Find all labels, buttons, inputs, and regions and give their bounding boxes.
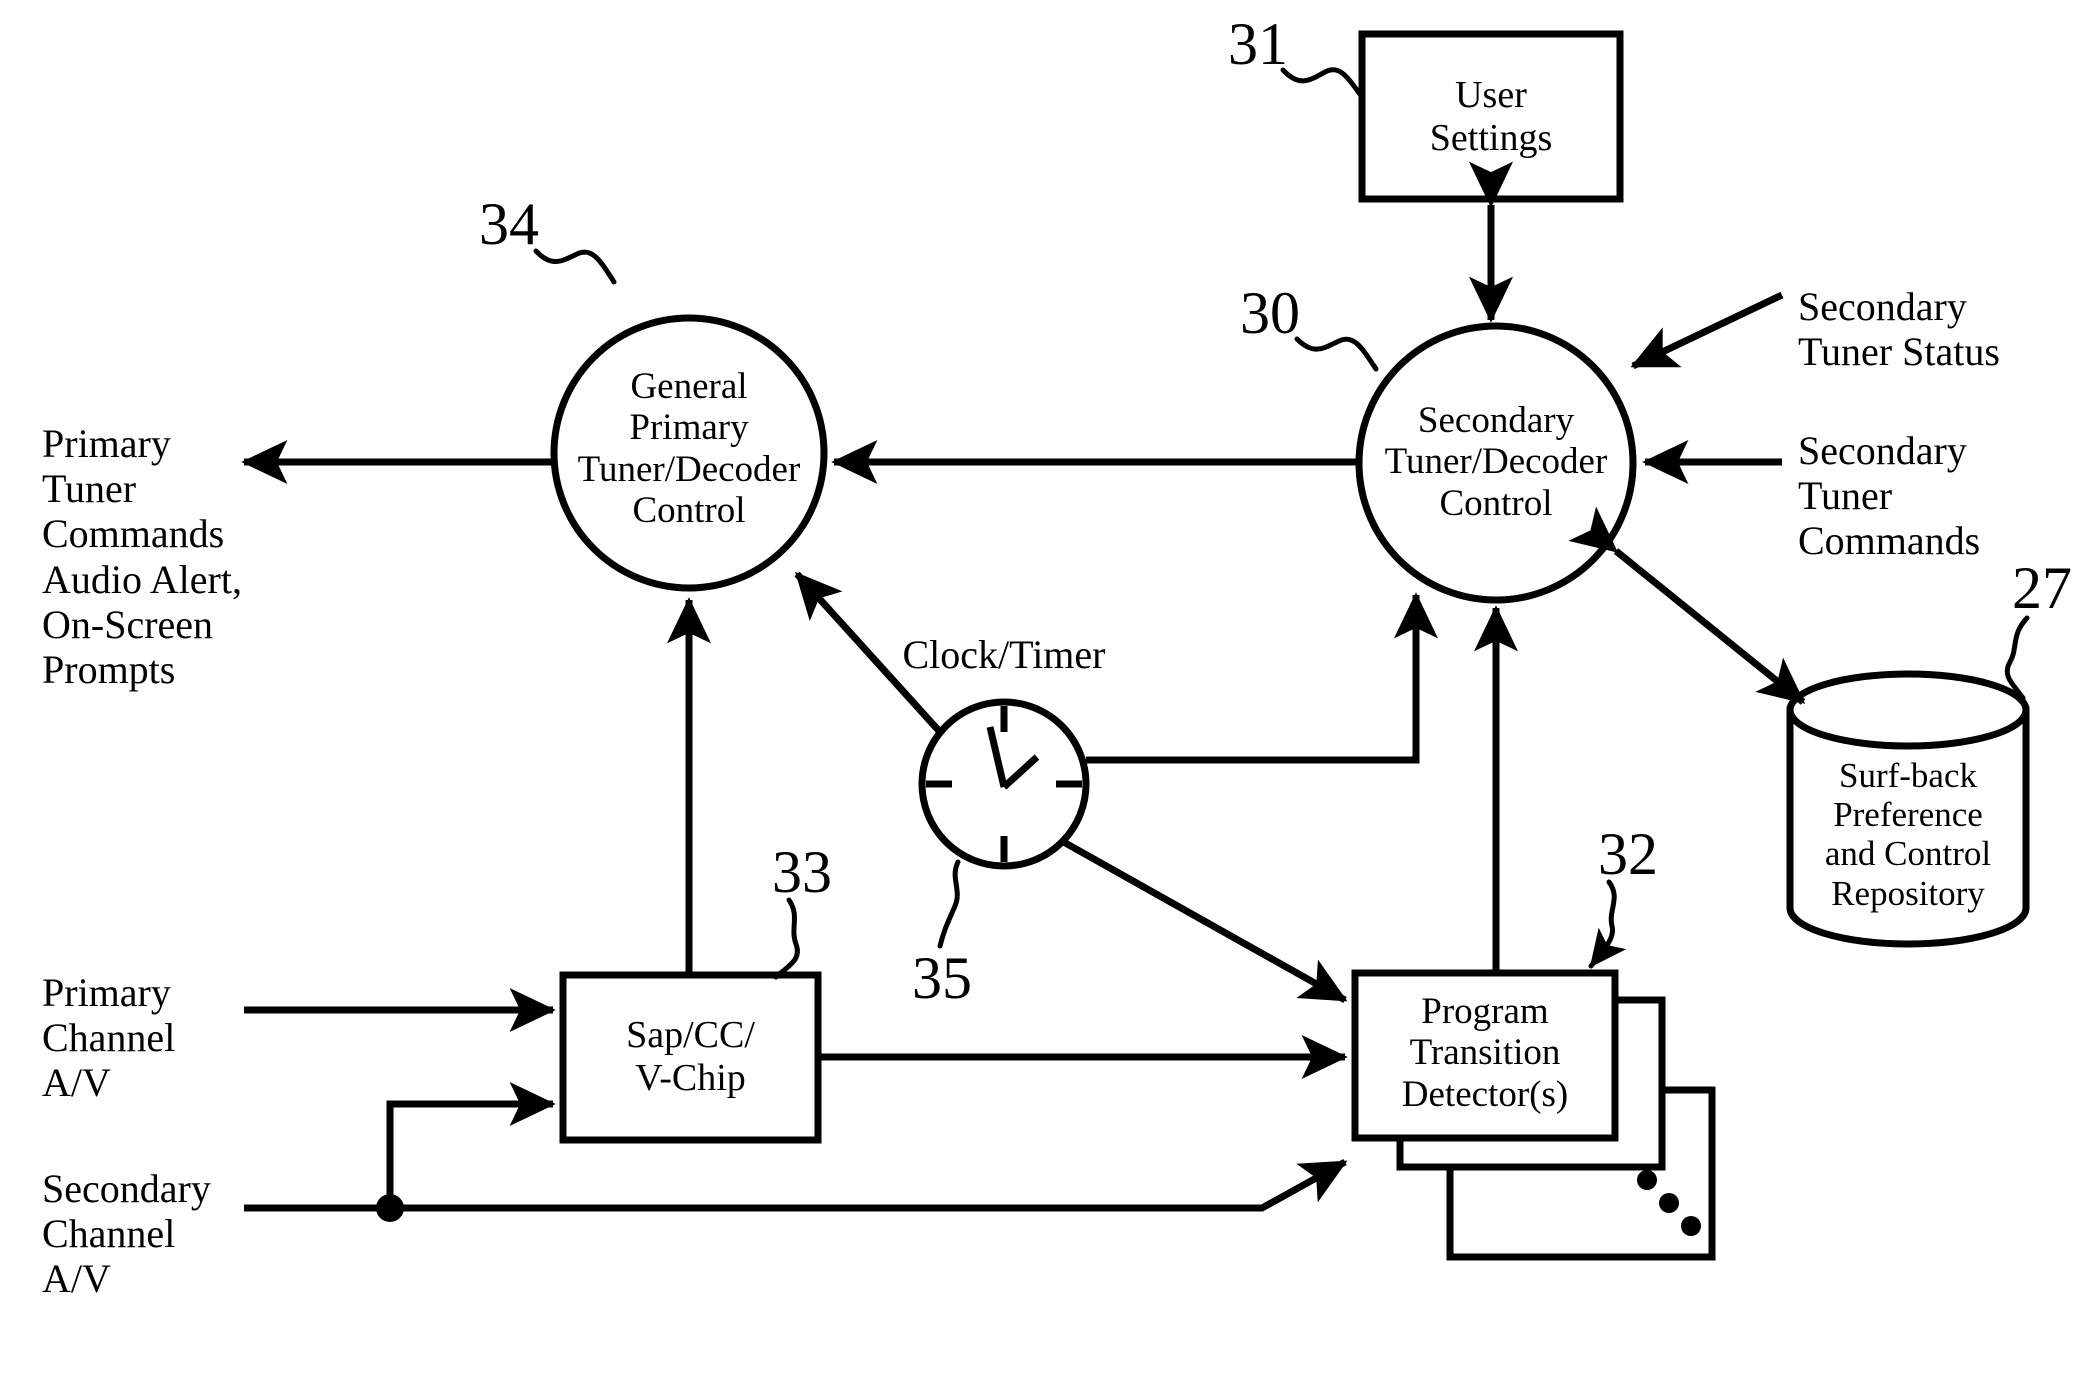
leader-34 xyxy=(533,248,617,285)
secondary-channel-av-label: Secondary Channel A/V xyxy=(42,1166,211,1302)
ref-number-30: 30 xyxy=(1240,280,1300,346)
primary-tuner-commands-label: Primary Tuner Commands Audio Alert, On-S… xyxy=(42,421,242,692)
leader-33 xyxy=(773,897,800,980)
edge-clock-detector xyxy=(1058,836,1348,1004)
ref-number-33: 33 xyxy=(772,839,832,905)
secondary-control-label: Secondary Tuner/Decoder Control xyxy=(1384,400,1608,524)
secondary-tuner-commands-label: Secondary Tuner Commands xyxy=(1798,428,1981,564)
repository-label: Surf-back Preference and Control Reposit… xyxy=(1824,756,1992,913)
leader-30 xyxy=(1294,336,1379,372)
ref-number-35: 35 xyxy=(912,945,972,1011)
detector-label: Program Transition Detector(s) xyxy=(1401,991,1569,1115)
edge-secondary-tuner-status xyxy=(1630,291,1784,370)
user-settings-label: User Settings xyxy=(1429,74,1553,159)
repository-cylinder-top xyxy=(1786,670,2030,750)
leader-27 xyxy=(2004,615,2030,701)
leader-35 xyxy=(937,859,961,949)
diagram-svg xyxy=(241,30,2030,1261)
sap-cc-vchip-label: Sap/CC/ V-Chip xyxy=(626,1014,755,1099)
ref-number-27: 27 xyxy=(2012,555,2072,621)
edge-secondary-av-sap xyxy=(386,1081,556,1208)
primary-channel-av-label: Primary Channel A/V xyxy=(42,970,176,1106)
figure-canvas: User Settings General Primary Tuner/Deco… xyxy=(0,0,2085,1389)
leader-31 xyxy=(1280,67,1365,100)
general-primary-label: General Primary Tuner/Decoder Control xyxy=(577,366,801,532)
junction-dot xyxy=(376,1194,404,1222)
ref-number-34: 34 xyxy=(479,191,539,257)
leader-32 xyxy=(1588,879,1627,969)
edge-secondary-av-detector xyxy=(390,1158,1348,1212)
ref-number-31: 31 xyxy=(1228,11,1288,77)
clock-timer-label: Clock/Timer xyxy=(902,632,1106,677)
secondary-tuner-status-label: Secondary Tuner Status xyxy=(1798,284,2000,375)
ref-number-32: 32 xyxy=(1598,821,1658,887)
edge-secondary-repository xyxy=(1568,506,1806,705)
